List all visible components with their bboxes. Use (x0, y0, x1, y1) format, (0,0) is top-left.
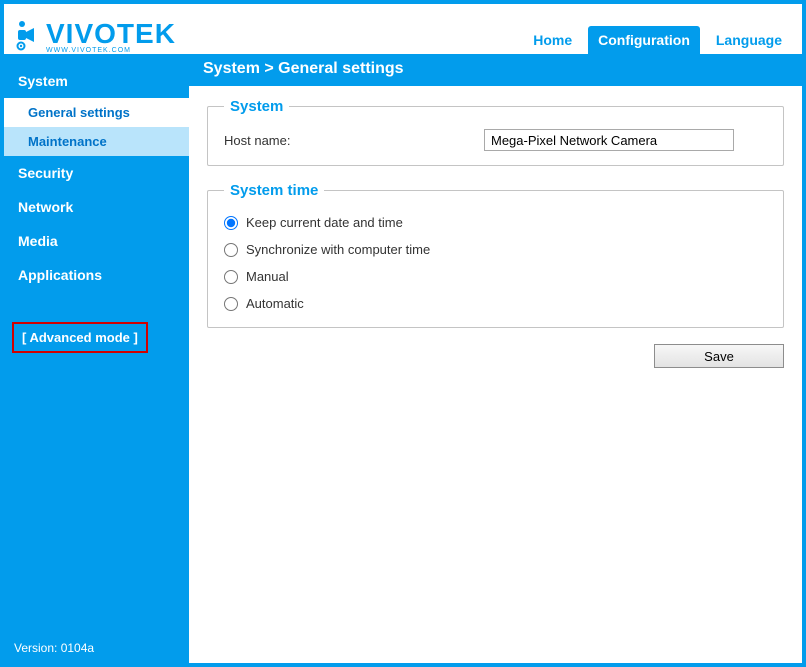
nav-home[interactable]: Home (523, 26, 582, 54)
time-options: Keep current date and time Synchronize w… (224, 213, 767, 313)
sidebar-sub-maintenance[interactable]: Maintenance (4, 127, 189, 156)
main-area: System General settings Maintenance Secu… (4, 54, 802, 663)
fieldset-system-time: System time Keep current date and time S… (207, 182, 784, 328)
time-option-sync[interactable]: Synchronize with computer time (224, 242, 767, 257)
top-nav: Home Configuration Language (523, 4, 792, 54)
sidebar-item-network[interactable]: Network (4, 190, 189, 224)
legend-system-time: System time (224, 182, 324, 199)
sidebar: System General settings Maintenance Secu… (4, 54, 189, 663)
time-radio-keep[interactable] (224, 216, 238, 230)
time-option-auto[interactable]: Automatic (224, 296, 767, 311)
sidebar-sub-system: General settings Maintenance (4, 98, 189, 156)
nav-configuration[interactable]: Configuration (588, 26, 700, 54)
brand-sub: WWW.VIVOTEK.COM (46, 47, 176, 54)
button-row: Save (207, 344, 784, 368)
time-radio-auto[interactable] (224, 297, 238, 311)
legend-system: System (224, 98, 289, 115)
sidebar-item-system[interactable]: System (4, 64, 189, 98)
content-wrap: System > General settings System Host na… (189, 54, 802, 663)
time-option-keep[interactable]: Keep current date and time (224, 215, 767, 230)
sidebar-item-media[interactable]: Media (4, 224, 189, 258)
time-option-manual[interactable]: Manual (224, 269, 767, 284)
version-label: Version: 0104a (14, 641, 94, 655)
time-label-auto: Automatic (246, 296, 304, 311)
brand-logo: VIVOTEK WWW.VIVOTEK.COM (16, 20, 176, 54)
time-label-manual: Manual (246, 269, 289, 284)
time-radio-sync[interactable] (224, 243, 238, 257)
hostname-row: Host name: (224, 129, 767, 151)
sidebar-item-security[interactable]: Security (4, 156, 189, 190)
time-radio-manual[interactable] (224, 270, 238, 284)
sidebar-sub-general-settings[interactable]: General settings (4, 98, 189, 127)
header: VIVOTEK WWW.VIVOTEK.COM Home Configurati… (4, 4, 802, 54)
breadcrumb: System > General settings (189, 54, 802, 86)
advanced-mode-button[interactable]: [ Advanced mode ] (12, 322, 148, 353)
sidebar-item-applications[interactable]: Applications (4, 258, 189, 292)
brand-name: VIVOTEK (46, 20, 176, 48)
time-label-keep: Keep current date and time (246, 215, 403, 230)
save-button[interactable]: Save (654, 344, 784, 368)
time-label-sync: Synchronize with computer time (246, 242, 430, 257)
nav-language[interactable]: Language (706, 26, 792, 54)
hostname-label: Host name: (224, 133, 474, 148)
hostname-input[interactable] (484, 129, 734, 151)
fieldset-system: System Host name: (207, 98, 784, 166)
brand-icon (16, 20, 42, 52)
content: System Host name: System time Keep curre… (189, 86, 802, 663)
